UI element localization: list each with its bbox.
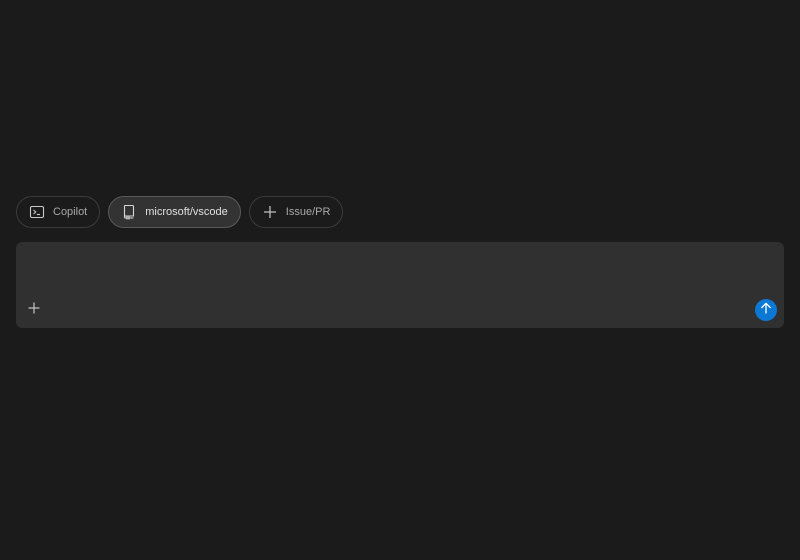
chat-input-box <box>16 242 784 328</box>
repository-chip[interactable]: microsoft/vscode <box>108 196 241 228</box>
terminal-icon <box>29 204 45 220</box>
context-chip-row: Copilot microsoft/vscode Issue/PR <box>16 196 344 228</box>
issue-pr-chip-label: Issue/PR <box>285 206 331 218</box>
copilot-chip[interactable]: Copilot <box>16 196 101 228</box>
repository-chip-label: microsoft/vscode <box>145 206 228 218</box>
send-button[interactable] <box>755 299 777 321</box>
plus-icon <box>28 301 40 319</box>
repo-icon <box>121 204 137 220</box>
plus-icon <box>262 204 278 220</box>
chat-page: Copilot microsoft/vscode Issue/PR <box>0 0 800 560</box>
add-context-button[interactable] <box>24 300 44 320</box>
copilot-chip-label: Copilot <box>53 206 88 218</box>
arrow-up-icon <box>760 301 772 319</box>
chat-input[interactable] <box>28 252 772 296</box>
issue-pr-chip[interactable]: Issue/PR <box>248 196 344 228</box>
